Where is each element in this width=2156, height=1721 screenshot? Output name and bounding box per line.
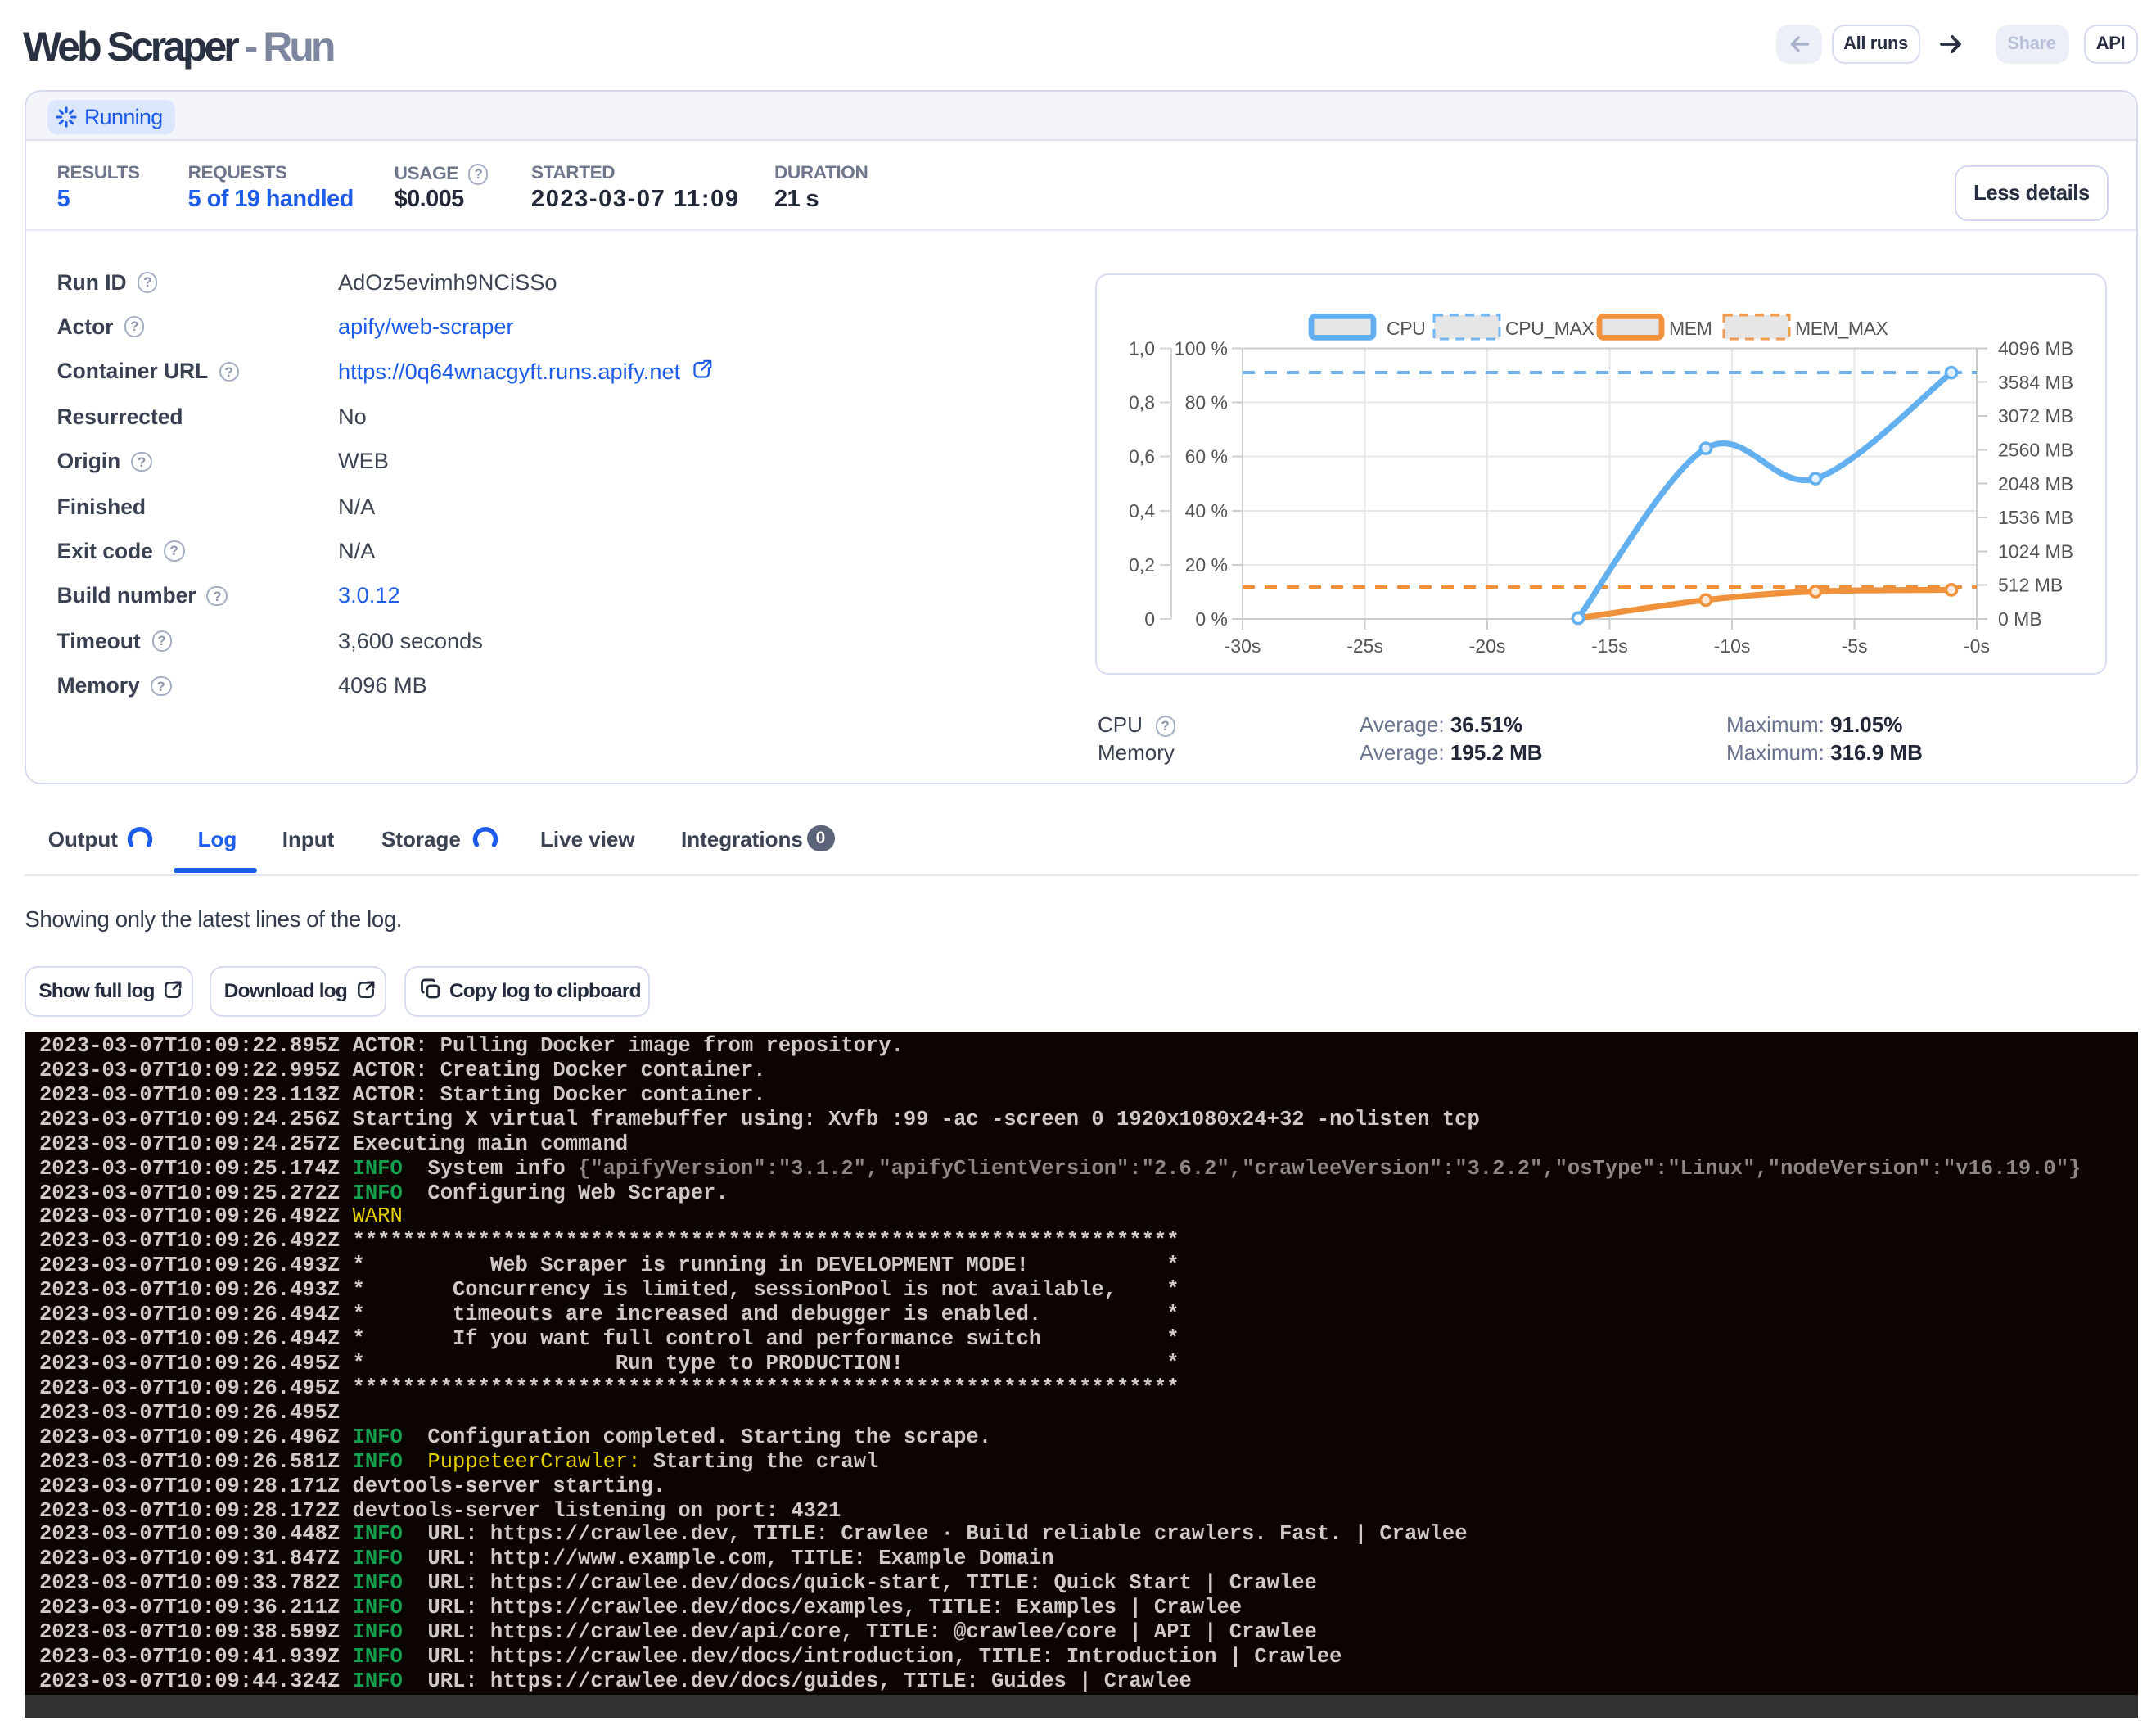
svg-text:-25s: -25s [1346, 635, 1383, 657]
svg-text:80 %: 80 % [1185, 392, 1228, 413]
svg-text:512 MB: 512 MB [1998, 575, 2063, 596]
svg-text:1024 MB: 1024 MB [1998, 540, 2073, 562]
svg-text:0,4: 0,4 [1129, 500, 1155, 522]
svg-text:CPU_MAX: CPU_MAX [1505, 318, 1594, 339]
svg-text:3072 MB: 3072 MB [1998, 405, 2073, 427]
svg-text:-20s: -20s [1469, 635, 1506, 657]
svg-text:0,8: 0,8 [1129, 392, 1155, 413]
svg-text:0 %: 0 % [1195, 608, 1228, 630]
svg-text:1,0: 1,0 [1129, 337, 1155, 359]
svg-text:40 %: 40 % [1185, 500, 1228, 522]
svg-text:60 %: 60 % [1185, 446, 1228, 468]
svg-text:0,2: 0,2 [1129, 554, 1155, 576]
svg-text:-5s: -5s [1842, 635, 1868, 657]
svg-text:100 %: 100 % [1175, 337, 1228, 359]
svg-text:MEM: MEM [1669, 318, 1712, 339]
svg-text:0,6: 0,6 [1129, 446, 1155, 468]
svg-text:-30s: -30s [1225, 635, 1261, 657]
svg-text:3584 MB: 3584 MB [1998, 372, 2073, 393]
svg-text:20 %: 20 % [1185, 554, 1228, 576]
svg-text:1536 MB: 1536 MB [1998, 507, 2073, 528]
svg-text:2560 MB: 2560 MB [1998, 439, 2073, 460]
svg-text:-15s: -15s [1591, 635, 1628, 657]
svg-text:0: 0 [1144, 608, 1155, 630]
svg-text:2048 MB: 2048 MB [1998, 473, 2073, 495]
svg-text:4096 MB: 4096 MB [1998, 337, 2073, 359]
svg-text:CPU: CPU [1387, 318, 1425, 339]
svg-text:0 MB: 0 MB [1998, 608, 2042, 630]
svg-text:-10s: -10s [1714, 635, 1751, 657]
svg-text:MEM_MAX: MEM_MAX [1795, 318, 1888, 339]
svg-text:-0s: -0s [1964, 635, 1990, 657]
